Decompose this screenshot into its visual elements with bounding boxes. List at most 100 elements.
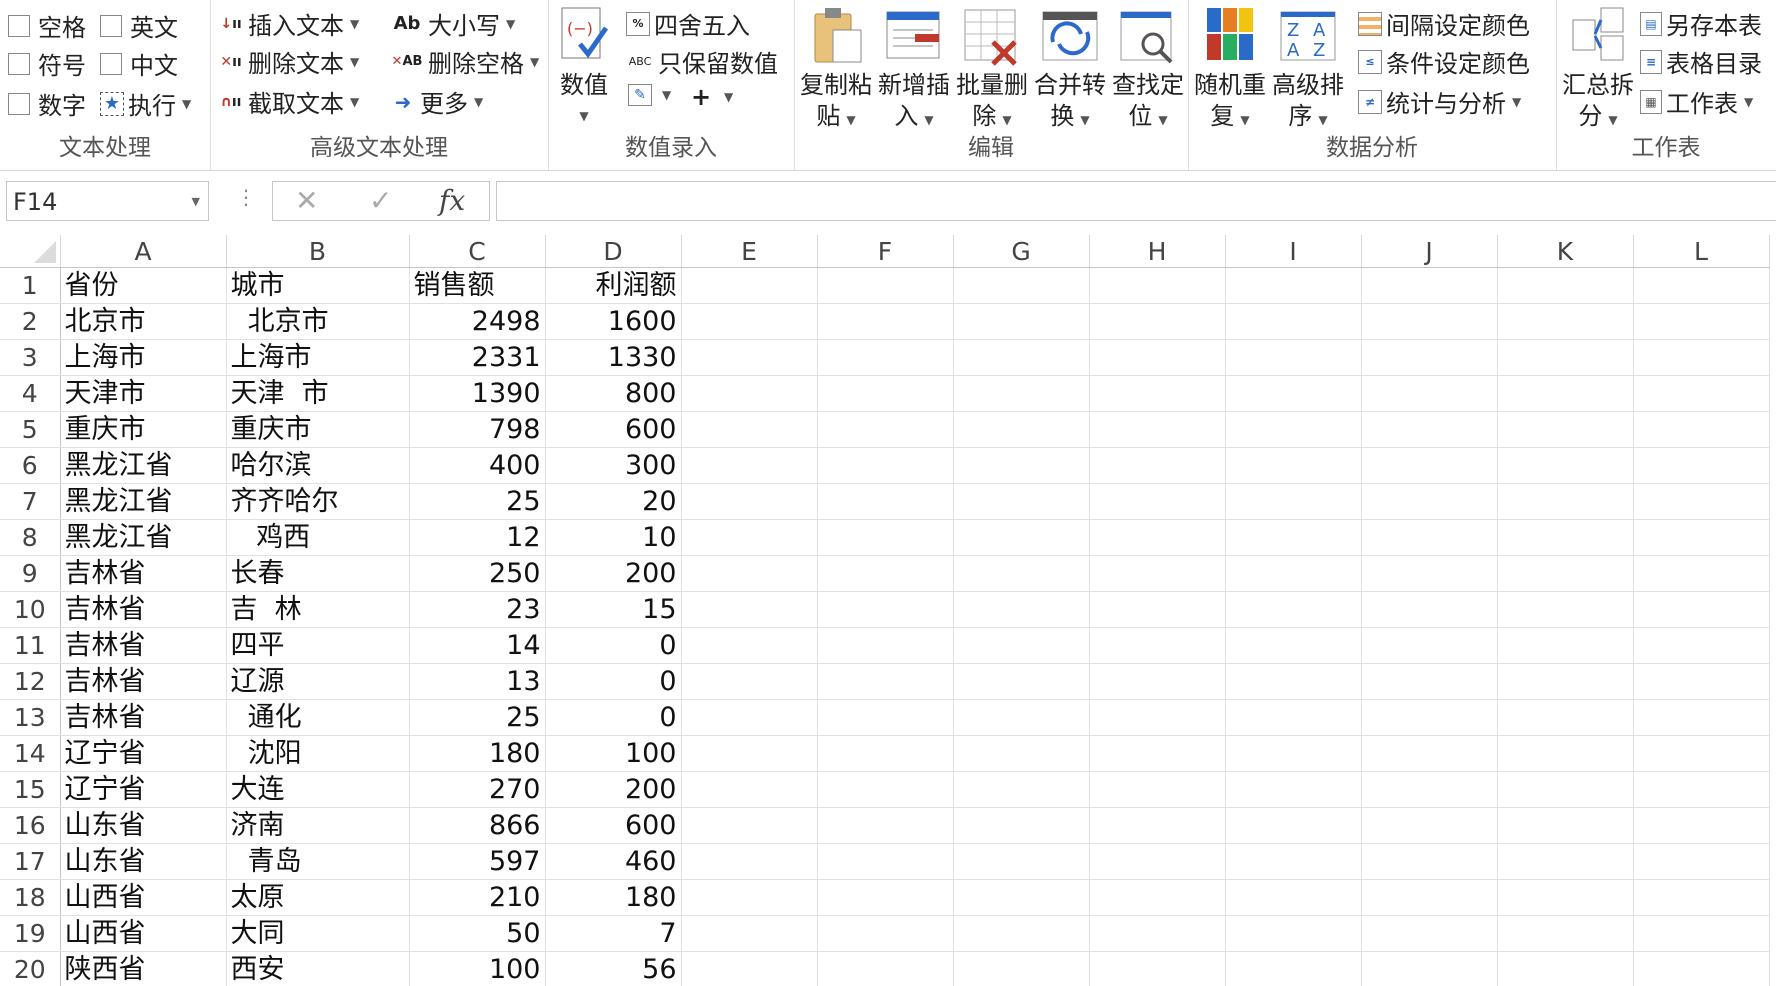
cell-empty[interactable] (681, 879, 818, 916)
condition-color-button[interactable]: ≤ 条件设定颜色 (1358, 44, 1530, 79)
cell-empty[interactable] (1361, 447, 1498, 484)
cell-empty[interactable] (1633, 663, 1770, 700)
cell-c[interactable]: 销售额 (409, 267, 546, 304)
cell-empty[interactable] (1361, 771, 1498, 808)
column-header-i[interactable]: I (1225, 235, 1362, 268)
cell-empty[interactable] (1361, 663, 1498, 700)
column-header-j[interactable]: J (1361, 235, 1498, 268)
confirm-icon[interactable]: ✓ (369, 182, 392, 220)
delete-text-button[interactable]: ✕ ıı 删除文本 ▼ (218, 44, 359, 79)
insert-text-button[interactable]: ↓ ıı 插入文本 ▼ (218, 6, 359, 41)
checkbox-chinese[interactable]: 中文 (100, 46, 178, 81)
case-button[interactable]: Ab 大小写 ▼ (390, 6, 516, 41)
row-header[interactable]: 9 (0, 555, 61, 592)
cell-c[interactable]: 400 (409, 447, 546, 484)
column-header-e[interactable]: E (681, 235, 818, 268)
cell-empty[interactable] (1361, 735, 1498, 772)
cell-a[interactable]: 辽宁省 (60, 771, 227, 808)
cell-empty[interactable] (681, 375, 818, 412)
row-header[interactable]: 18 (0, 879, 61, 916)
cell-empty[interactable] (817, 375, 954, 412)
cell-empty[interactable] (1361, 879, 1498, 916)
cell-a[interactable]: 重庆市 (60, 411, 227, 448)
cell-empty[interactable] (681, 915, 818, 952)
cell-empty[interactable] (1497, 411, 1634, 448)
delete-space-button[interactable]: ✕ AB 删除空格 ▼ (390, 44, 540, 79)
row-header[interactable]: 8 (0, 519, 61, 556)
cell-b[interactable]: 上海市 (226, 339, 410, 376)
cell-a[interactable]: 北京市 (60, 303, 227, 340)
copy-paste-button[interactable]: 复制粘 贴 ▼ (798, 6, 874, 136)
cell-empty[interactable] (1361, 591, 1498, 628)
cell-a[interactable]: 陕西省 (60, 951, 227, 986)
cell-empty[interactable] (681, 699, 818, 736)
cell-b[interactable]: 哈尔滨 (226, 447, 410, 484)
execute-button[interactable]: ★ 执行 ▼ (100, 86, 191, 121)
cell-empty[interactable] (817, 483, 954, 520)
cell-d[interactable]: 1330 (545, 339, 682, 376)
cell-c[interactable]: 100 (409, 951, 546, 986)
cell-empty[interactable] (1633, 519, 1770, 556)
chevron-down-icon[interactable]: ▼ (192, 182, 200, 222)
cell-c[interactable]: 180 (409, 735, 546, 772)
cell-empty[interactable] (1225, 375, 1362, 412)
cell-empty[interactable] (1089, 303, 1226, 340)
cell-c[interactable]: 866 (409, 807, 546, 844)
cell-empty[interactable] (681, 555, 818, 592)
cell-empty[interactable] (1497, 483, 1634, 520)
cell-d[interactable]: 10 (545, 519, 682, 556)
cell-b[interactable]: 济南 (226, 807, 410, 844)
cell-empty[interactable] (817, 879, 954, 916)
cell-c[interactable]: 14 (409, 627, 546, 664)
cell-empty[interactable] (1225, 555, 1362, 592)
cell-empty[interactable] (1225, 267, 1362, 304)
cell-empty[interactable] (817, 663, 954, 700)
row-header[interactable]: 16 (0, 807, 61, 844)
cell-empty[interactable] (681, 771, 818, 808)
row-header[interactable]: 12 (0, 663, 61, 700)
column-header-l[interactable]: L (1633, 235, 1770, 268)
cell-a[interactable]: 山西省 (60, 879, 227, 916)
cell-empty[interactable] (1089, 807, 1226, 844)
cell-a[interactable]: 天津市 (60, 375, 227, 412)
cell-empty[interactable] (1633, 447, 1770, 484)
cell-b[interactable]: 吉 林 (226, 591, 410, 628)
cell-d[interactable]: 15 (545, 591, 682, 628)
cell-empty[interactable] (817, 591, 954, 628)
cell-empty[interactable] (1633, 591, 1770, 628)
cell-empty[interactable] (681, 627, 818, 664)
cell-a[interactable]: 吉林省 (60, 555, 227, 592)
cell-empty[interactable] (681, 339, 818, 376)
cell-a[interactable]: 黑龙江省 (60, 519, 227, 556)
cell-empty[interactable] (953, 375, 1090, 412)
cell-d[interactable]: 0 (545, 627, 682, 664)
cell-empty[interactable] (1497, 519, 1634, 556)
cell-b[interactable]: 重庆市 (226, 411, 410, 448)
number-button[interactable]: (−) 数值 ▼ (554, 6, 614, 132)
cell-empty[interactable] (681, 411, 818, 448)
cell-empty[interactable] (817, 411, 954, 448)
row-header[interactable]: 2 (0, 303, 61, 340)
name-box[interactable]: F14 ▼ (6, 181, 209, 221)
cell-b[interactable]: 大同 (226, 915, 410, 952)
cell-c[interactable]: 13 (409, 663, 546, 700)
cell-empty[interactable] (1497, 303, 1634, 340)
cell-empty[interactable] (953, 843, 1090, 880)
cell-empty[interactable] (1225, 879, 1362, 916)
cell-b[interactable]: 北京市 (226, 303, 410, 340)
cell-empty[interactable] (1361, 519, 1498, 556)
cell-empty[interactable] (817, 627, 954, 664)
cell-empty[interactable] (1089, 555, 1226, 592)
cell-empty[interactable] (1361, 483, 1498, 520)
cell-empty[interactable] (1089, 339, 1226, 376)
checkbox-icon[interactable] (8, 14, 30, 37)
cell-empty[interactable] (681, 447, 818, 484)
cell-empty[interactable] (1633, 699, 1770, 736)
edit-value-button[interactable]: ✎ ▼ (628, 84, 671, 106)
cell-a[interactable]: 省份 (60, 267, 227, 304)
cell-b[interactable]: 齐齐哈尔 (226, 483, 410, 520)
cell-empty[interactable] (1633, 735, 1770, 772)
keep-value-button[interactable]: ABC 只保留数值 (626, 44, 778, 79)
cell-empty[interactable] (1361, 627, 1498, 664)
random-repeat-button[interactable]: 随机重 复 ▼ (1192, 6, 1268, 136)
